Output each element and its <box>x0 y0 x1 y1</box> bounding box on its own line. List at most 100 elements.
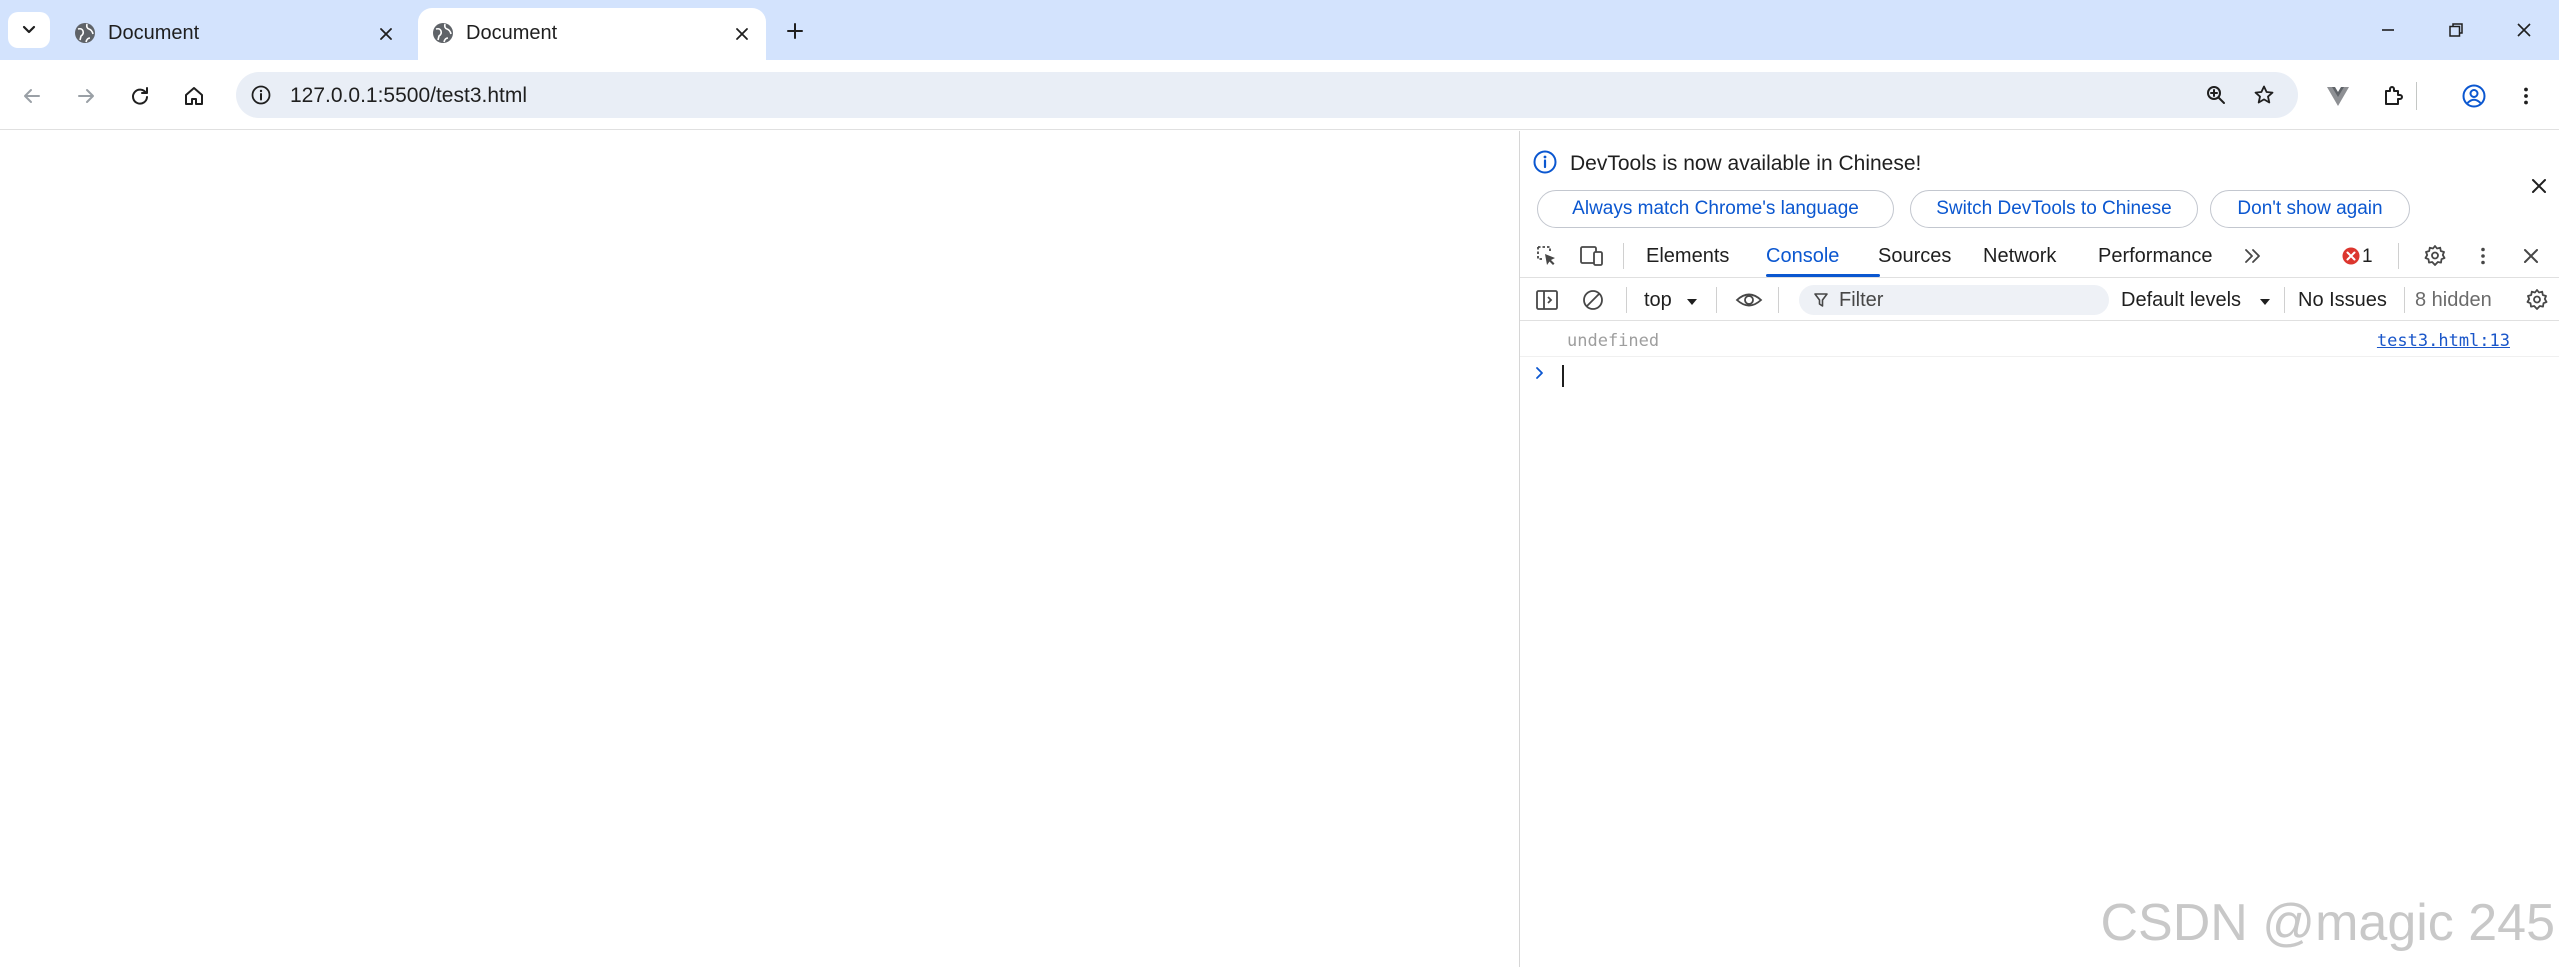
tab-title: Document <box>108 22 200 44</box>
gear-icon <box>2526 289 2548 310</box>
profile-button[interactable] <box>2454 76 2494 116</box>
browser-menu-button[interactable] <box>2506 76 2546 116</box>
caret-down-icon <box>2258 297 2272 307</box>
clear-console-button[interactable] <box>1576 283 1610 317</box>
console-message-text: undefined <box>1567 331 1660 351</box>
live-expression-button[interactable] <box>1732 283 1766 317</box>
chevron-right-icon <box>1532 363 1548 383</box>
arrow-left-icon <box>24 89 40 103</box>
dont-show-again-button[interactable]: Don't show again <box>2210 190 2410 228</box>
issues-button[interactable]: No Issues <box>2298 289 2387 312</box>
devtools-close-button[interactable] <box>2514 239 2548 273</box>
tab-search-button[interactable] <box>8 12 50 48</box>
toolbar-separator <box>2404 287 2405 313</box>
console-message: undefined test3.html:13 <box>1520 321 2559 357</box>
vue-devtools-extension-button[interactable] <box>2318 76 2358 116</box>
text-cursor <box>1562 365 1564 387</box>
block-icon <box>1583 290 1603 310</box>
more-vert-icon <box>2524 87 2528 105</box>
error-count[interactable]: 1 <box>2362 246 2373 268</box>
error-icon <box>2342 247 2360 265</box>
console-prompt[interactable] <box>1520 357 2559 393</box>
back-button[interactable] <box>12 76 52 116</box>
toolbar-separator <box>1626 287 1627 313</box>
globe-icon <box>72 20 98 46</box>
log-levels-dropdown[interactable]: Default levels <box>2121 289 2241 312</box>
tab-strip: Document Document <box>0 0 2559 60</box>
console-source-link[interactable]: test3.html:13 <box>2377 331 2510 351</box>
sidebar-icon <box>1536 290 1558 310</box>
bookmark-star-icon[interactable] <box>2250 81 2278 109</box>
site-info-icon[interactable] <box>246 80 276 110</box>
toolbar-divider <box>2416 82 2417 110</box>
info-icon <box>1532 149 1558 175</box>
more-vert-icon <box>2481 247 2485 265</box>
minimize-icon <box>2382 29 2394 31</box>
restore-button[interactable] <box>2432 10 2480 50</box>
devtools-tab-bar: Elements Console Sources Network Perform… <box>1520 234 2559 278</box>
close-icon <box>380 28 392 40</box>
device-icon <box>1580 246 1603 266</box>
console-filter-input[interactable]: Filter <box>1799 285 2109 315</box>
tab-network[interactable]: Network <box>1983 245 2056 268</box>
devtools-menu-button[interactable] <box>2466 239 2500 273</box>
toolbar-separator <box>2284 287 2285 313</box>
toolbar-separator <box>1778 287 1779 313</box>
switch-to-chinese-button[interactable]: Switch DevTools to Chinese <box>1910 190 2198 228</box>
more-tabs-button[interactable] <box>2236 239 2270 273</box>
close-icon <box>2517 23 2531 37</box>
tab-performance[interactable]: Performance <box>2098 245 2213 268</box>
zoom-icon[interactable] <box>2202 81 2230 109</box>
tab-console[interactable]: Console <box>1766 245 1839 268</box>
tab-separator <box>2398 243 2399 269</box>
close-icon <box>2532 179 2546 193</box>
eye-icon <box>1735 293 1763 307</box>
account-circle-icon <box>2462 84 2486 108</box>
reload-button[interactable] <box>120 76 160 116</box>
new-tab-button[interactable] <box>778 14 812 48</box>
show-sidebar-button[interactable] <box>1530 283 1564 317</box>
always-match-language-button[interactable]: Always match Chrome's language <box>1537 190 1894 228</box>
console-settings-button[interactable] <box>2520 283 2554 317</box>
tab-separator <box>1623 243 1624 269</box>
filter-icon <box>1813 292 1829 308</box>
home-button[interactable] <box>174 76 214 116</box>
browser-tab[interactable]: Document <box>60 8 410 60</box>
minimize-button[interactable] <box>2364 10 2412 50</box>
tab-sources[interactable]: Sources <box>1878 245 1951 268</box>
console-toolbar: top Filter Default levels No Issues 8 hi… <box>1520 279 2559 321</box>
hidden-messages-count: 8 hidden <box>2415 289 2492 311</box>
browser-toolbar: 127.0.0.1:5500/test3.html <box>0 60 2559 130</box>
close-icon <box>736 28 748 40</box>
window-close-button[interactable] <box>2500 10 2548 50</box>
page-viewport[interactable] <box>0 131 1519 967</box>
forward-button[interactable] <box>66 76 106 116</box>
active-tab-indicator <box>1766 274 1880 277</box>
device-toolbar-button[interactable] <box>1575 239 1609 273</box>
arrow-right-icon <box>78 89 94 103</box>
devtools-settings-button[interactable] <box>2418 239 2452 273</box>
reload-icon <box>132 87 148 105</box>
infobar-message: DevTools is now available in Chinese! <box>1570 152 1922 175</box>
home-icon <box>185 87 203 105</box>
extensions-button[interactable] <box>2374 76 2414 116</box>
infobar-close-button[interactable] <box>2524 171 2554 201</box>
tab-elements[interactable]: Elements <box>1646 245 1729 268</box>
devtools-panel: DevTools is now available in Chinese! Al… <box>1519 131 2559 967</box>
chevron-down-icon <box>20 21 38 39</box>
globe-icon <box>430 20 456 46</box>
restore-icon <box>2449 23 2463 37</box>
close-icon <box>2524 249 2538 263</box>
address-bar[interactable]: 127.0.0.1:5500/test3.html <box>236 72 2298 118</box>
tab-close-button[interactable] <box>372 20 400 48</box>
double-chevron-right-icon <box>2245 249 2260 263</box>
inspect-element-button[interactable] <box>1530 239 1564 273</box>
context-selector[interactable]: top <box>1644 289 1672 312</box>
gear-icon <box>2424 245 2446 266</box>
tab-close-button[interactable] <box>728 20 756 48</box>
filter-placeholder: Filter <box>1839 289 1884 311</box>
plus-icon <box>787 23 803 39</box>
toolbar-separator <box>1716 287 1717 313</box>
url-text[interactable]: 127.0.0.1:5500/test3.html <box>290 84 527 108</box>
browser-tab-active[interactable]: Document <box>418 8 766 60</box>
